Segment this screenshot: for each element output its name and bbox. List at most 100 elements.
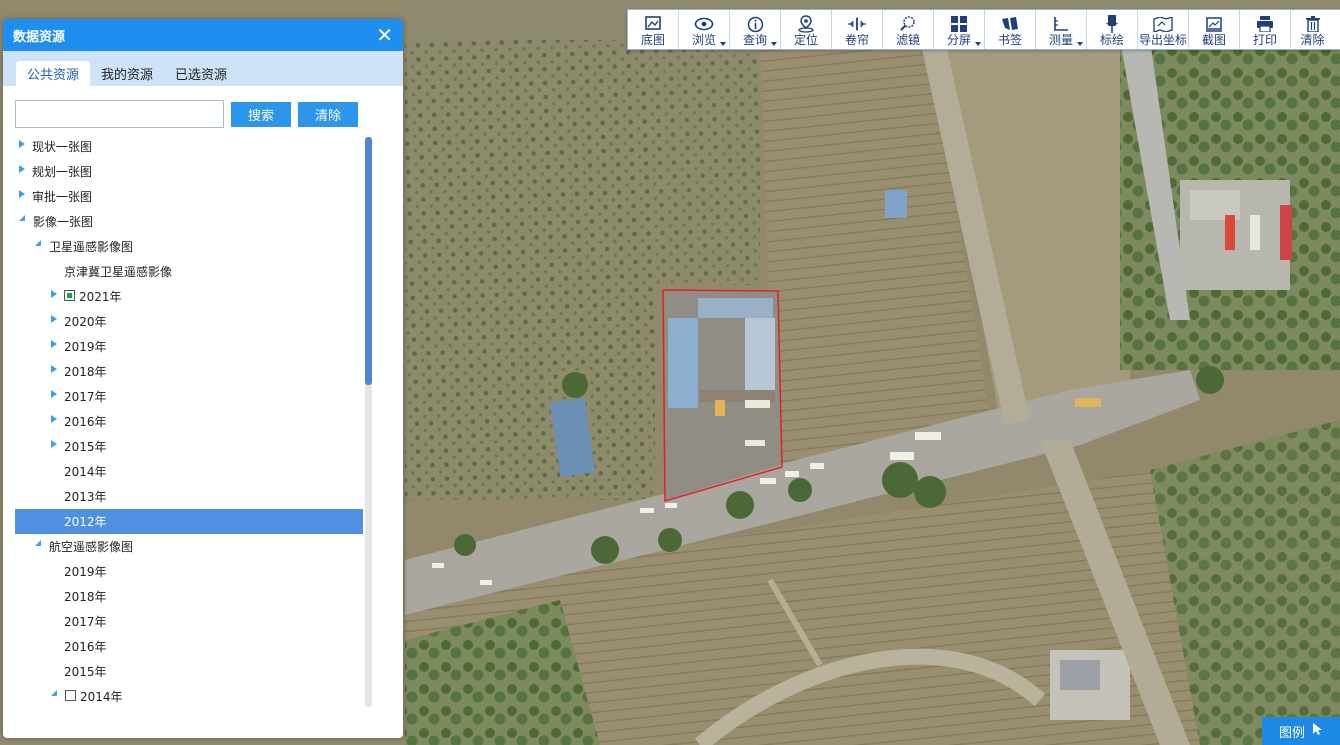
bookmark-label: 书签: [997, 33, 1022, 47]
data-resource-panel: 数据资源 ✕ 公共资源 我的资源 已选资源 搜索 清除 现状一张图规划一张图审批…: [3, 19, 403, 738]
panel-header: 数据资源 ✕: [3, 19, 403, 51]
expand-triangle-icon[interactable]: [51, 364, 57, 373]
tree-node[interactable]: 2015年: [15, 434, 363, 459]
print-label: 打印: [1252, 33, 1277, 47]
tree-node-label: 2013年: [64, 490, 107, 504]
tree-node[interactable]: 2012年: [15, 509, 363, 534]
tree-node-label: 京津冀卫星遥感影像: [64, 265, 173, 279]
clear-button[interactable]: 清除: [298, 101, 358, 127]
tab-my-resources[interactable]: 我的资源: [90, 61, 164, 86]
tree-node[interactable]: 2018年: [15, 584, 363, 609]
tree-node[interactable]: 航空遥感影像图: [15, 534, 363, 559]
search-input[interactable]: [15, 100, 224, 128]
collapse-triangle-icon[interactable]: [35, 540, 42, 547]
tree-node-label: 航空遥感影像图: [49, 540, 134, 554]
expand-triangle-icon[interactable]: [19, 189, 25, 198]
tree-scrollbar-thumb[interactable]: [365, 137, 372, 385]
collapse-triangle-icon[interactable]: [51, 690, 58, 697]
measure-label: 测量: [1048, 33, 1073, 47]
tree-node-label: 2014年: [64, 465, 107, 479]
tree-node[interactable]: 2016年: [15, 409, 363, 434]
screenshot-button[interactable]: 截图: [1189, 10, 1240, 49]
resource-tree: 现状一张图规划一张图审批一张图 影像一张图 卫星遥感影像图京津冀卫星遥感影像 2021…: [15, 134, 363, 730]
print-button[interactable]: 打印: [1240, 10, 1291, 49]
browse-label: 浏览: [691, 33, 716, 47]
search-button[interactable]: 搜索: [231, 101, 291, 127]
tree-node-label: 2018年: [64, 590, 107, 604]
tab-public-resources[interactable]: 公共资源: [16, 61, 91, 86]
tree-node[interactable]: 2014年: [15, 459, 363, 484]
tree-node-label: 2019年: [64, 340, 107, 354]
expand-triangle-icon[interactable]: [19, 164, 25, 173]
search-row: 搜索 清除: [3, 86, 403, 132]
tree-node[interactable]: 2020年: [15, 309, 363, 334]
resource-tabs: 公共资源 我的资源 已选资源: [3, 51, 403, 86]
tree-node-label: 规划一张图: [32, 165, 93, 179]
close-icon[interactable]: ✕: [376, 25, 393, 45]
tab-selected-resources[interactable]: 已选资源: [164, 61, 238, 86]
browse-button[interactable]: 浏览: [679, 10, 730, 49]
tree-node-label: 2016年: [64, 640, 107, 654]
tree-node[interactable]: 卫星遥感影像图: [15, 234, 363, 259]
split-screen-icon: [949, 15, 969, 33]
tree-node-label: 现状一张图: [32, 140, 93, 154]
expand-triangle-icon[interactable]: [51, 414, 57, 423]
export-coordinates-button[interactable]: 导出坐标: [1138, 10, 1189, 49]
swipe-label: 卷帘: [844, 33, 869, 47]
tree-node[interactable]: 2013年: [15, 484, 363, 509]
plot-label: 标绘: [1099, 33, 1124, 47]
tree-node[interactable]: 2021年: [15, 284, 363, 309]
map-toolbar: 底图 浏览 查询 定位 卷帘 滤镜 分屏 书签 测量 标绘 导出坐标 截图 打印…: [627, 9, 1340, 50]
resource-tree-container: 现状一张图规划一张图审批一张图 影像一张图 卫星遥感影像图京津冀卫星遥感影像 2021…: [3, 134, 403, 730]
expand-triangle-icon[interactable]: [51, 389, 57, 398]
filter-button[interactable]: 滤镜: [883, 10, 934, 49]
export-map-icon: [1153, 15, 1173, 33]
clear-map-button[interactable]: 清除: [1291, 10, 1334, 49]
tree-node[interactable]: 2017年: [15, 609, 363, 634]
swipe-button[interactable]: 卷帘: [832, 10, 883, 49]
expand-triangle-icon[interactable]: [51, 339, 57, 348]
tree-node[interactable]: 2016年: [15, 634, 363, 659]
plot-button[interactable]: 标绘: [1087, 10, 1138, 49]
tree-node[interactable]: 影像一张图: [15, 209, 363, 234]
measure-button[interactable]: 测量: [1036, 10, 1087, 49]
split-screen-button[interactable]: 分屏: [934, 10, 985, 49]
legend-button[interactable]: 图例: [1262, 717, 1340, 745]
collapse-triangle-icon[interactable]: [35, 240, 42, 247]
query-label: 查询: [742, 33, 767, 47]
expand-triangle-icon[interactable]: [51, 314, 57, 323]
cursor-arrow-icon: [1313, 723, 1323, 739]
tree-node[interactable]: 规划一张图: [15, 159, 363, 184]
tree-node-label: 2017年: [64, 390, 107, 404]
tree-scrollbar[interactable]: [365, 137, 372, 707]
tree-node[interactable]: 2015年: [15, 659, 363, 684]
tree-node[interactable]: 2017年: [15, 384, 363, 409]
tree-node[interactable]: 2014年: [15, 684, 363, 709]
locate-button[interactable]: 定位: [781, 10, 832, 49]
tree-node[interactable]: 2019年: [15, 559, 363, 584]
expand-triangle-icon[interactable]: [51, 289, 57, 298]
tree-node[interactable]: 审批一张图: [15, 184, 363, 209]
trash-icon: [1303, 15, 1323, 33]
expand-triangle-icon[interactable]: [19, 139, 25, 148]
layer-checkbox[interactable]: [64, 290, 75, 301]
tree-node[interactable]: 京津冀卫星遥感影像: [15, 259, 363, 284]
screenshot-icon: [1204, 15, 1224, 33]
printer-icon: [1255, 15, 1275, 33]
query-button[interactable]: 查询: [730, 10, 781, 49]
tree-node[interactable]: 现状一张图: [15, 134, 363, 159]
tree-node[interactable]: 2018年: [15, 359, 363, 384]
tree-node-label: 2012年: [64, 515, 107, 529]
tree-node[interactable]: 2019年: [15, 334, 363, 359]
panel-title: 数据资源: [13, 29, 66, 45]
tree-node-label: 2015年: [64, 440, 107, 454]
chevron-down-icon: [720, 42, 726, 46]
export-coordinates-label: 导出坐标: [1138, 33, 1187, 47]
locate-label: 定位: [793, 33, 818, 47]
layer-checkbox[interactable]: [65, 690, 76, 701]
collapse-triangle-icon[interactable]: [19, 215, 26, 222]
bookmark-button[interactable]: 书签: [985, 10, 1036, 49]
expand-triangle-icon[interactable]: [51, 439, 57, 448]
ruler-icon: [1051, 15, 1071, 33]
basemap-button[interactable]: 底图: [628, 10, 679, 49]
